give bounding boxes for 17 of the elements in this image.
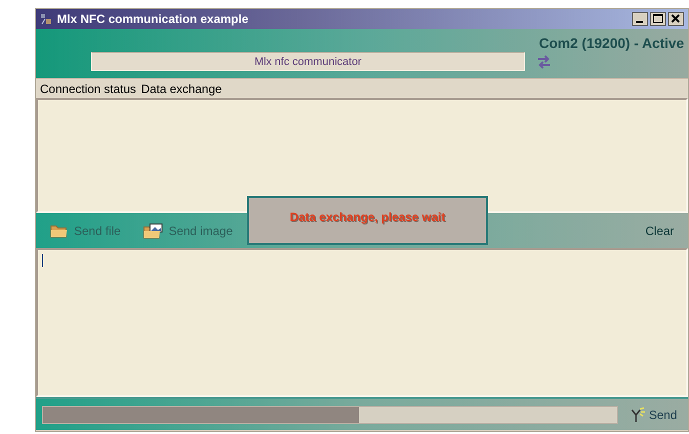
app-icon: [40, 13, 52, 25]
swap-arrows-icon: [537, 54, 551, 68]
menu-item[interactable]: Data exchange: [141, 82, 222, 96]
antenna-icon: [630, 406, 646, 422]
device-field[interactable]: Mlx nfc communicator: [91, 52, 525, 71]
maximize-icon[interactable]: [650, 12, 666, 26]
message-input[interactable]: [36, 248, 688, 397]
clear-button[interactable]: Clear: [641, 222, 678, 240]
folder-picture-icon: [142, 222, 163, 238]
folder-icon: [50, 224, 68, 238]
minimize-icon[interactable]: [632, 12, 648, 26]
port-status: Com2 (19200) - Active: [539, 35, 684, 51]
close-icon[interactable]: [668, 12, 684, 26]
menu-item[interactable]: Connection status: [40, 82, 136, 96]
dialog-message: Data exchange, please wait: [290, 210, 446, 224]
send-button[interactable]: Send: [628, 406, 680, 422]
window-title: Mlx NFC communication example: [57, 12, 248, 26]
